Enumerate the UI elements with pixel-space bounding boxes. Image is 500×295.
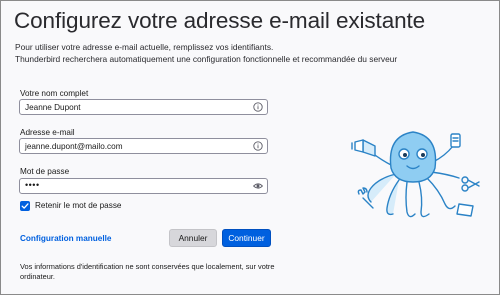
account-setup-window: Configurez votre adresse e-mail existant… — [0, 0, 500, 295]
info-icon[interactable] — [253, 102, 263, 112]
info-icon[interactable] — [253, 141, 263, 151]
password-input[interactable]: •••• — [19, 178, 268, 194]
eye-icon[interactable] — [253, 181, 263, 191]
intro-line: Pour utiliser votre adresse e-mail actue… — [15, 42, 274, 52]
intro-line: Thunderbird recherchera automatiquement … — [15, 54, 398, 64]
email-label: Adresse e-mail — [20, 128, 75, 137]
intro-text: Pour utiliser votre adresse e-mail actue… — [15, 41, 485, 65]
full-name-value: Jeanne Dupont — [25, 103, 81, 112]
remember-password-checkbox[interactable] — [20, 200, 30, 211]
full-name-input[interactable]: Jeanne Dupont — [19, 99, 268, 115]
page-title: Configurez votre adresse e-mail existant… — [14, 8, 426, 33]
checkmark-icon — [21, 202, 29, 209]
full-name-label: Votre nom complet — [20, 89, 89, 98]
cancel-button[interactable]: Annuler — [169, 229, 217, 247]
email-input[interactable]: jeanne.dupont@mailo.com — [19, 138, 268, 154]
password-label: Mot de passe — [20, 167, 70, 176]
octopus-mascot-illustration — [351, 131, 480, 218]
manual-config-link[interactable]: Configuration manuelle — [20, 234, 111, 243]
privacy-note: Vos informations d'identification ne son… — [20, 262, 275, 281]
remember-password-label: Retenir le mot de passe — [35, 201, 122, 210]
remember-password-row[interactable]: Retenir le mot de passe — [20, 200, 121, 211]
password-masked-value: •••• — [25, 180, 40, 190]
continue-button[interactable]: Continuer — [222, 229, 271, 247]
email-value: jeanne.dupont@mailo.com — [25, 142, 123, 151]
